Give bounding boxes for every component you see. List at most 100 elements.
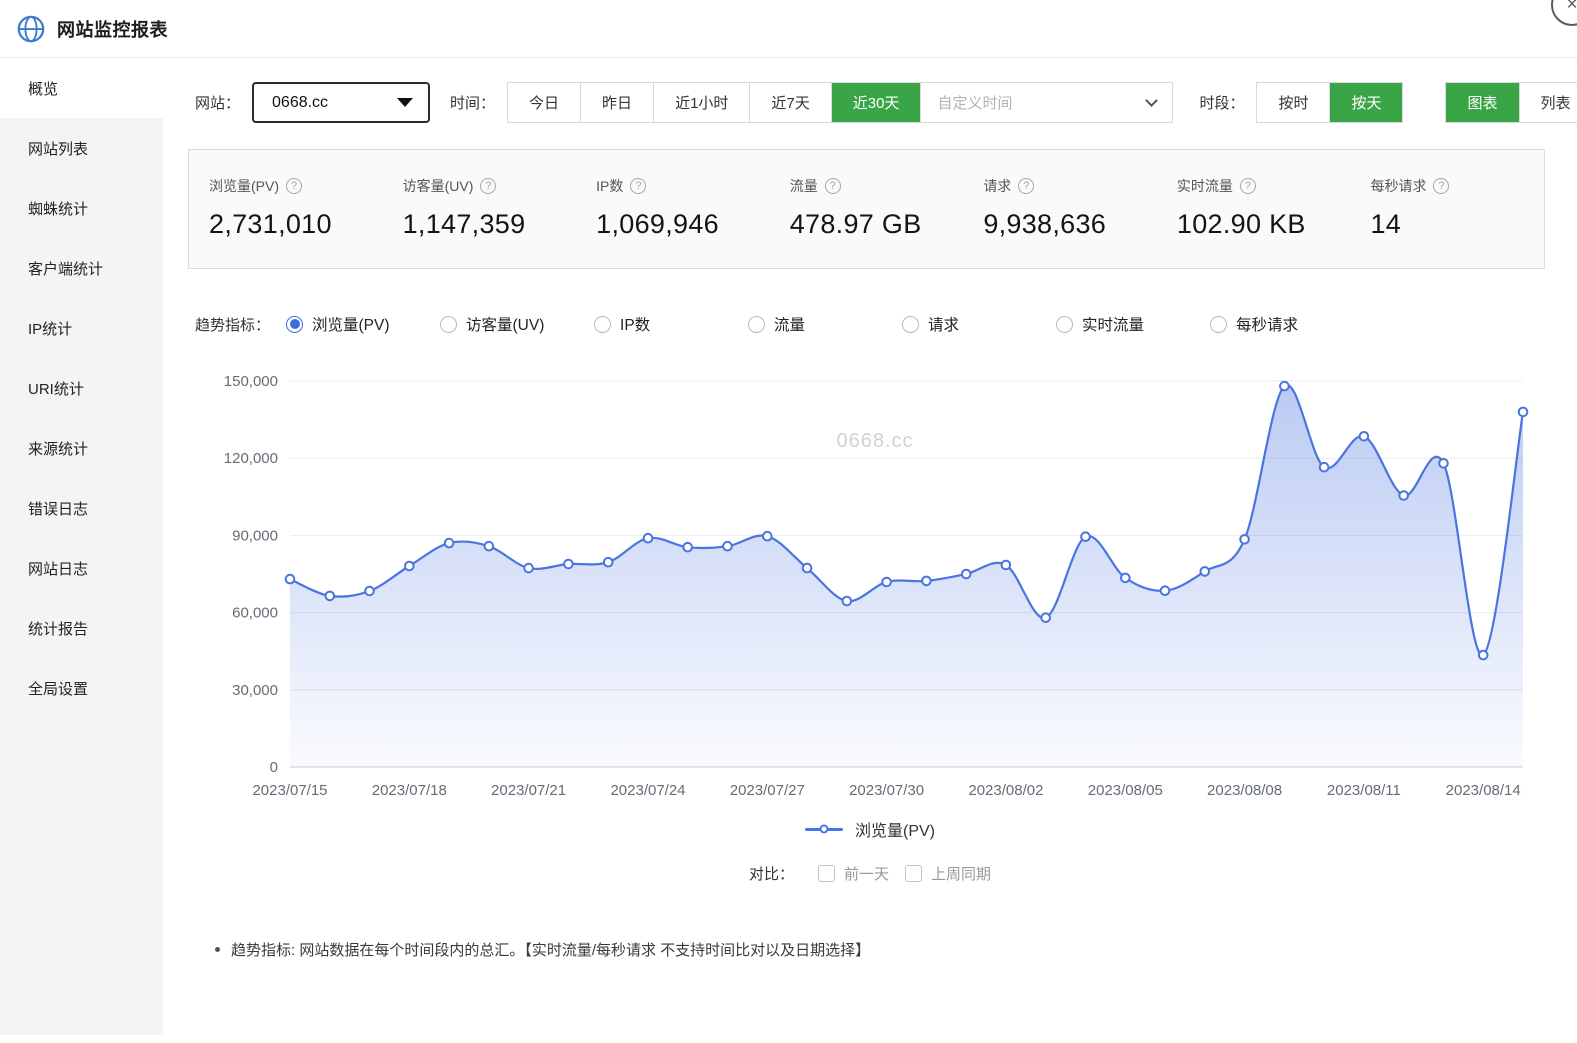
compare-option[interactable]: 前一天 [818,863,889,884]
radio-icon[interactable] [286,316,303,333]
data-point[interactable] [405,562,414,571]
trend-metric-option[interactable]: 每秒请求 [1210,313,1364,335]
data-point[interactable] [1320,463,1329,472]
stat-card: 流量?478.97 GB [770,150,964,268]
data-point[interactable] [564,560,573,569]
time-range-group: 今日昨日近1小时近7天近30天 自定义时间 [507,82,1173,123]
time-range-button[interactable]: 昨日 [580,83,653,122]
data-point[interactable] [763,532,772,541]
x-tick-label: 2023/07/21 [491,782,566,799]
trend-metric-option[interactable]: 浏览量(PV) [286,313,440,335]
sidebar-item[interactable]: 统计报告 [0,598,163,658]
sidebar-item[interactable]: 客户端统计 [0,238,163,298]
data-point[interactable] [485,542,494,551]
data-point[interactable] [882,578,891,587]
stat-label: 访客量(UV) [403,176,474,196]
view-toggle-button[interactable]: 列表 [1519,83,1577,122]
legend-item[interactable]: 浏览量(PV) [163,817,1577,841]
sidebar-item[interactable]: 来源统计 [0,418,163,478]
data-point[interactable] [922,577,931,586]
stat-value: 1,147,359 [403,209,577,240]
period-button[interactable]: 按时 [1257,83,1329,122]
time-range-button[interactable]: 今日 [508,83,580,122]
trend-metric-label: 每秒请求 [1236,313,1298,335]
period-label: 时段： [1199,92,1244,113]
help-icon[interactable]: ? [286,178,302,194]
checkbox-icon[interactable] [905,865,922,882]
data-point[interactable] [524,564,533,573]
chevron-down-icon [1146,94,1159,107]
data-point[interactable] [962,570,971,579]
trend-metric-option[interactable]: 请求 [902,313,1056,335]
sidebar-item[interactable]: IP统计 [0,298,163,358]
radio-icon[interactable] [902,316,919,333]
data-point[interactable] [1201,567,1210,576]
data-point[interactable] [723,542,732,551]
stat-card: 访客量(UV)? 1,147,359 [383,150,577,268]
x-tick-label: 2023/07/18 [372,782,447,799]
data-point[interactable] [1360,432,1369,441]
data-point[interactable] [803,564,812,573]
legend-line-icon [805,828,843,831]
trend-metric-option[interactable]: 访客量(UV) [440,313,594,335]
radio-icon[interactable] [594,316,611,333]
time-range-button[interactable]: 近1小时 [653,83,749,122]
data-point[interactable] [1399,491,1408,500]
sidebar-item[interactable]: URI统计 [0,358,163,418]
help-icon[interactable]: ? [825,178,841,194]
data-point[interactable] [644,534,653,543]
data-point[interactable] [365,587,374,596]
data-point[interactable] [1081,532,1090,541]
help-icon[interactable]: ? [1433,178,1449,194]
stat-label: 浏览量(PV) [209,176,279,196]
time-range-button[interactable]: 近7天 [749,83,830,122]
help-icon[interactable]: ? [480,178,496,194]
data-point[interactable] [326,592,335,601]
data-point[interactable] [1519,408,1528,417]
stat-label: 每秒请求 [1370,176,1426,196]
data-point[interactable] [1161,586,1170,595]
help-icon[interactable]: ? [1018,178,1034,194]
data-point[interactable] [445,539,454,548]
sidebar-item[interactable]: 概览 [0,58,163,118]
stat-label: IP数 [596,176,623,196]
time-range-button[interactable]: 近30天 [831,83,921,122]
data-point[interactable] [1280,382,1289,391]
compare-option[interactable]: 上周同期 [905,863,991,884]
sidebar-item[interactable]: 错误日志 [0,478,163,538]
stat-value: 14 [1370,209,1544,240]
data-point[interactable] [286,575,295,584]
view-toggle-button[interactable]: 图表 [1446,83,1518,122]
data-point[interactable] [1041,613,1050,622]
trend-metric-option[interactable]: 实时流量 [1056,313,1210,335]
period-button[interactable]: 按天 [1329,83,1402,122]
view-toggle-group: 图表列表 [1445,82,1577,123]
radio-icon[interactable] [1056,316,1073,333]
data-point[interactable] [1240,535,1249,544]
sidebar-item[interactable]: 蜘蛛统计 [0,178,163,238]
trend-metric-option[interactable]: 流量 [748,313,902,335]
sidebar-item[interactable]: 网站列表 [0,118,163,178]
site-select[interactable]: 0668.cc [252,82,430,123]
data-point[interactable] [1002,561,1011,570]
data-point[interactable] [1439,459,1448,468]
help-icon[interactable]: ? [630,178,646,194]
sidebar-item[interactable]: 全局设置 [0,658,163,718]
data-point[interactable] [683,543,692,552]
data-point[interactable] [604,558,613,567]
data-point[interactable] [1479,651,1488,660]
trend-metric-option[interactable]: IP数 [594,313,748,335]
help-icon[interactable]: ? [1240,178,1256,194]
radio-icon[interactable] [1210,316,1227,333]
trend-metric-label: 访客量(UV) [466,313,544,335]
radio-icon[interactable] [440,316,457,333]
radio-icon[interactable] [748,316,765,333]
trend-metric-label: 浏览量(PV) [312,313,390,335]
stat-header: 实时流量? [1177,176,1351,196]
custom-time-select[interactable]: 自定义时间 [920,83,1172,122]
x-tick-label: 2023/07/15 [252,782,327,799]
checkbox-icon[interactable] [818,865,835,882]
data-point[interactable] [1121,574,1130,583]
sidebar-item[interactable]: 网站日志 [0,538,163,598]
data-point[interactable] [843,597,852,606]
